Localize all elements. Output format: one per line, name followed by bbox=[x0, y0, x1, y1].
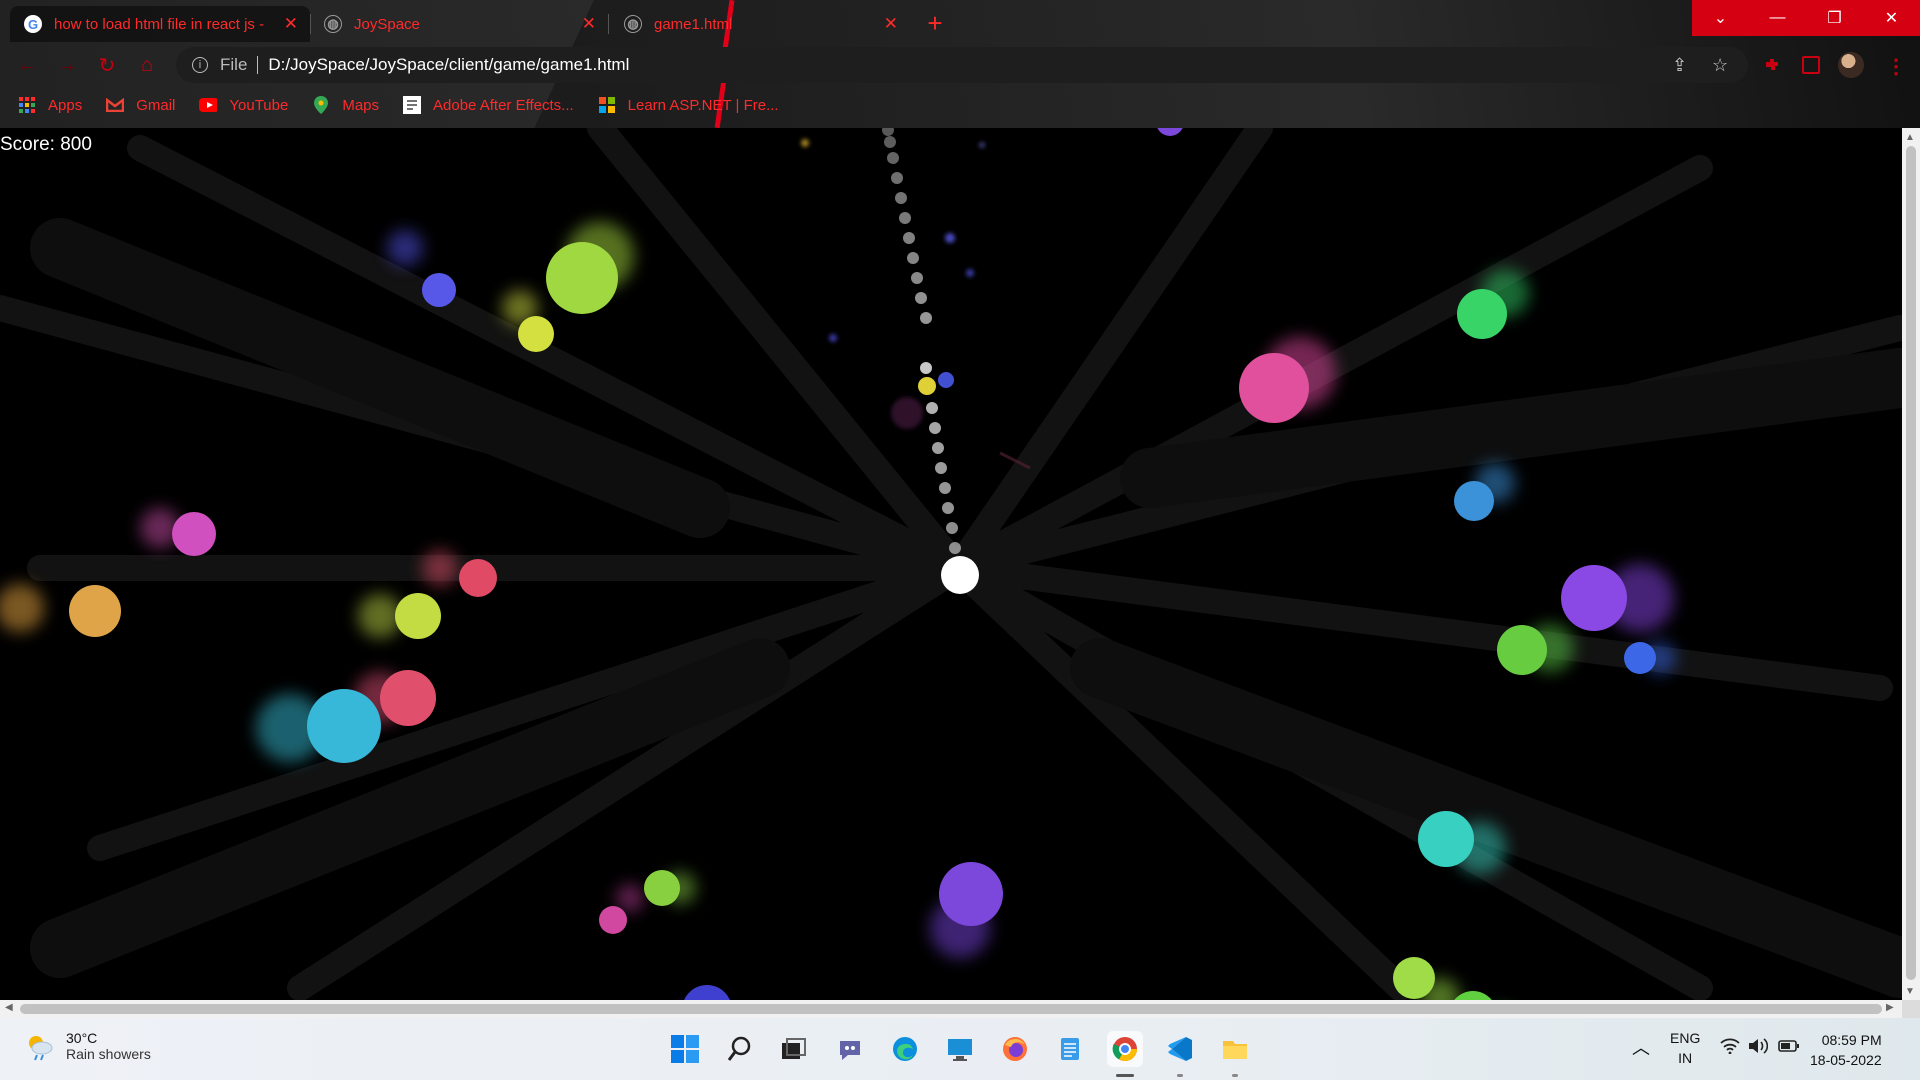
document-icon bbox=[403, 96, 422, 114]
back-arrow-icon[interactable]: ← bbox=[14, 52, 40, 78]
clock-date: 18-05-2022 bbox=[1810, 1052, 1882, 1068]
notepad-icon[interactable] bbox=[1052, 1031, 1088, 1067]
tab-title: game1.html bbox=[654, 15, 733, 33]
player-ball bbox=[941, 556, 979, 594]
windows-start-icon[interactable] bbox=[667, 1031, 703, 1067]
scroll-thumb[interactable] bbox=[1906, 146, 1916, 980]
more-menu-icon[interactable]: ⋮ bbox=[1886, 54, 1906, 79]
bookmark-star-icon[interactable]: ☆ bbox=[1712, 55, 1728, 76]
running-indicator bbox=[1177, 1074, 1183, 1077]
scrollbar-corner bbox=[1902, 1000, 1920, 1018]
vscode-icon[interactable] bbox=[1162, 1031, 1198, 1067]
bookmark-youtube[interactable]: YouTube bbox=[199, 96, 288, 114]
game-canvas[interactable] bbox=[0, 128, 1902, 1000]
scroll-right-icon[interactable]: ▶ bbox=[1886, 1002, 1894, 1013]
new-tab-button[interactable]: + bbox=[918, 6, 952, 40]
running-indicator bbox=[1116, 1074, 1134, 1077]
weather-description: Rain showers bbox=[66, 1046, 151, 1062]
youtube-icon bbox=[199, 96, 218, 114]
minimize-button[interactable]: — bbox=[1749, 0, 1806, 36]
gmail-icon bbox=[106, 96, 125, 114]
weather-rain-icon bbox=[24, 1031, 54, 1061]
forward-arrow-icon[interactable]: → bbox=[54, 52, 80, 78]
score-label: Score: 800 bbox=[0, 134, 92, 155]
restore-button[interactable]: ❐ bbox=[1806, 0, 1863, 36]
divider bbox=[257, 56, 259, 74]
bookmark-label: Maps bbox=[342, 96, 380, 114]
running-indicator bbox=[1232, 1074, 1238, 1077]
show-hidden-icons-chevron[interactable]: ︿ bbox=[1632, 1034, 1650, 1060]
reload-icon[interactable]: ↻ bbox=[94, 52, 120, 78]
bookmark-label: Learn ASP.NET | Fre... bbox=[627, 96, 779, 114]
globe-icon: ◍ bbox=[324, 15, 342, 33]
tab-title: how to load html file in react js - bbox=[54, 15, 265, 33]
close-tab-icon[interactable]: ✕ bbox=[284, 14, 298, 34]
edge-icon[interactable] bbox=[887, 1031, 923, 1067]
firefox-icon[interactable] bbox=[997, 1031, 1033, 1067]
tab-separator bbox=[608, 14, 609, 34]
tab-google-search[interactable]: G how to load html file in react js - ✕ bbox=[10, 6, 310, 42]
bookmark-gmail[interactable]: Gmail bbox=[106, 96, 175, 114]
apps-grid-icon bbox=[18, 96, 36, 114]
tab-joyspace[interactable]: ◍ JoySpace ✕ bbox=[310, 6, 608, 42]
bookmark-maps[interactable]: Maps bbox=[312, 96, 379, 114]
teams-chat-icon[interactable] bbox=[832, 1031, 868, 1067]
tab-strip: G how to load html file in react js - ✕ … bbox=[0, 0, 1920, 42]
battery-icon[interactable] bbox=[1778, 1039, 1800, 1056]
google-icon: G bbox=[24, 15, 42, 33]
vertical-scrollbar[interactable]: ▲ ▼ bbox=[1902, 128, 1920, 1000]
scroll-left-icon[interactable]: ◀ bbox=[5, 1002, 13, 1013]
horizontal-scrollbar[interactable]: ◀ ▶ bbox=[0, 1000, 1902, 1018]
url-scheme-label: File bbox=[220, 55, 248, 74]
language-code: ENG bbox=[1670, 1030, 1701, 1046]
region-code: IN bbox=[1678, 1050, 1693, 1066]
bookmark-label: Gmail bbox=[136, 96, 176, 114]
scroll-down-icon[interactable]: ▼ bbox=[1905, 986, 1915, 997]
wifi-icon[interactable] bbox=[1720, 1038, 1740, 1057]
weather-temperature: 30°C bbox=[66, 1030, 98, 1046]
close-window-button[interactable]: ✕ bbox=[1863, 0, 1920, 36]
system-clock[interactable]: 08:59 PM 18-05-2022 bbox=[1810, 1030, 1882, 1070]
scroll-up-icon[interactable]: ▲ bbox=[1905, 132, 1915, 143]
globe-icon: ◍ bbox=[624, 15, 642, 33]
toolbar: ← → ↻ ⌂ i File D:/JoySpace/JoySpace/clie… bbox=[0, 46, 1920, 84]
browser-chrome: G how to load html file in react js - ✕ … bbox=[0, 0, 1920, 128]
weather-widget[interactable]: 30°C Rain showers bbox=[24, 1030, 151, 1062]
profile-avatar[interactable] bbox=[1838, 52, 1864, 78]
language-indicator[interactable]: ENG IN bbox=[1670, 1028, 1700, 1068]
tab-game1[interactable]: ◍ game1.html ✕ bbox=[610, 6, 910, 42]
volume-icon[interactable] bbox=[1748, 1038, 1769, 1057]
extensions-puzzle-icon[interactable] bbox=[1763, 56, 1781, 74]
bookmark-aspnet[interactable]: Learn ASP.NET | Fre... bbox=[598, 96, 779, 114]
bookmark-apps[interactable]: Apps bbox=[18, 96, 82, 114]
address-bar[interactable]: i File D:/JoySpace/JoySpace/client/game/… bbox=[176, 47, 1748, 83]
home-icon[interactable]: ⌂ bbox=[134, 52, 160, 78]
bookmarks-bar: Apps Gmail YouTube Maps Adobe After Effe… bbox=[0, 90, 1920, 120]
game-scene bbox=[0, 128, 1902, 1000]
tab-title: JoySpace bbox=[354, 15, 420, 33]
bookmark-adobe[interactable]: Adobe After Effects... bbox=[403, 96, 574, 114]
clock-time: 08:59 PM bbox=[1821, 1032, 1882, 1048]
windows-icon bbox=[598, 96, 616, 114]
close-tab-icon[interactable]: ✕ bbox=[582, 14, 596, 34]
tab-search-button[interactable]: ⌄ bbox=[1692, 0, 1749, 36]
bookmark-label: Apps bbox=[48, 96, 83, 114]
search-icon[interactable] bbox=[722, 1031, 758, 1067]
file-explorer-icon[interactable] bbox=[1217, 1031, 1253, 1067]
maps-pin-icon bbox=[312, 96, 330, 114]
scroll-thumb[interactable] bbox=[20, 1004, 1882, 1014]
close-tab-icon[interactable]: ✕ bbox=[884, 14, 898, 34]
bookmark-label: Adobe After Effects... bbox=[433, 96, 574, 114]
remote-desktop-icon[interactable] bbox=[942, 1031, 978, 1067]
windows-taskbar: 30°C Rain showers ︿ ENG IN 08:59 PM 18-0… bbox=[0, 1018, 1920, 1080]
task-view-icon[interactable] bbox=[776, 1031, 812, 1067]
chrome-icon[interactable] bbox=[1107, 1031, 1143, 1067]
share-icon[interactable]: ⇪ bbox=[1672, 55, 1687, 76]
url-text[interactable]: D:/JoySpace/JoySpace/client/game/game1.h… bbox=[268, 55, 629, 75]
site-info-icon[interactable]: i bbox=[192, 57, 208, 73]
side-panel-icon[interactable] bbox=[1802, 56, 1820, 74]
bookmark-label: YouTube bbox=[229, 96, 289, 114]
